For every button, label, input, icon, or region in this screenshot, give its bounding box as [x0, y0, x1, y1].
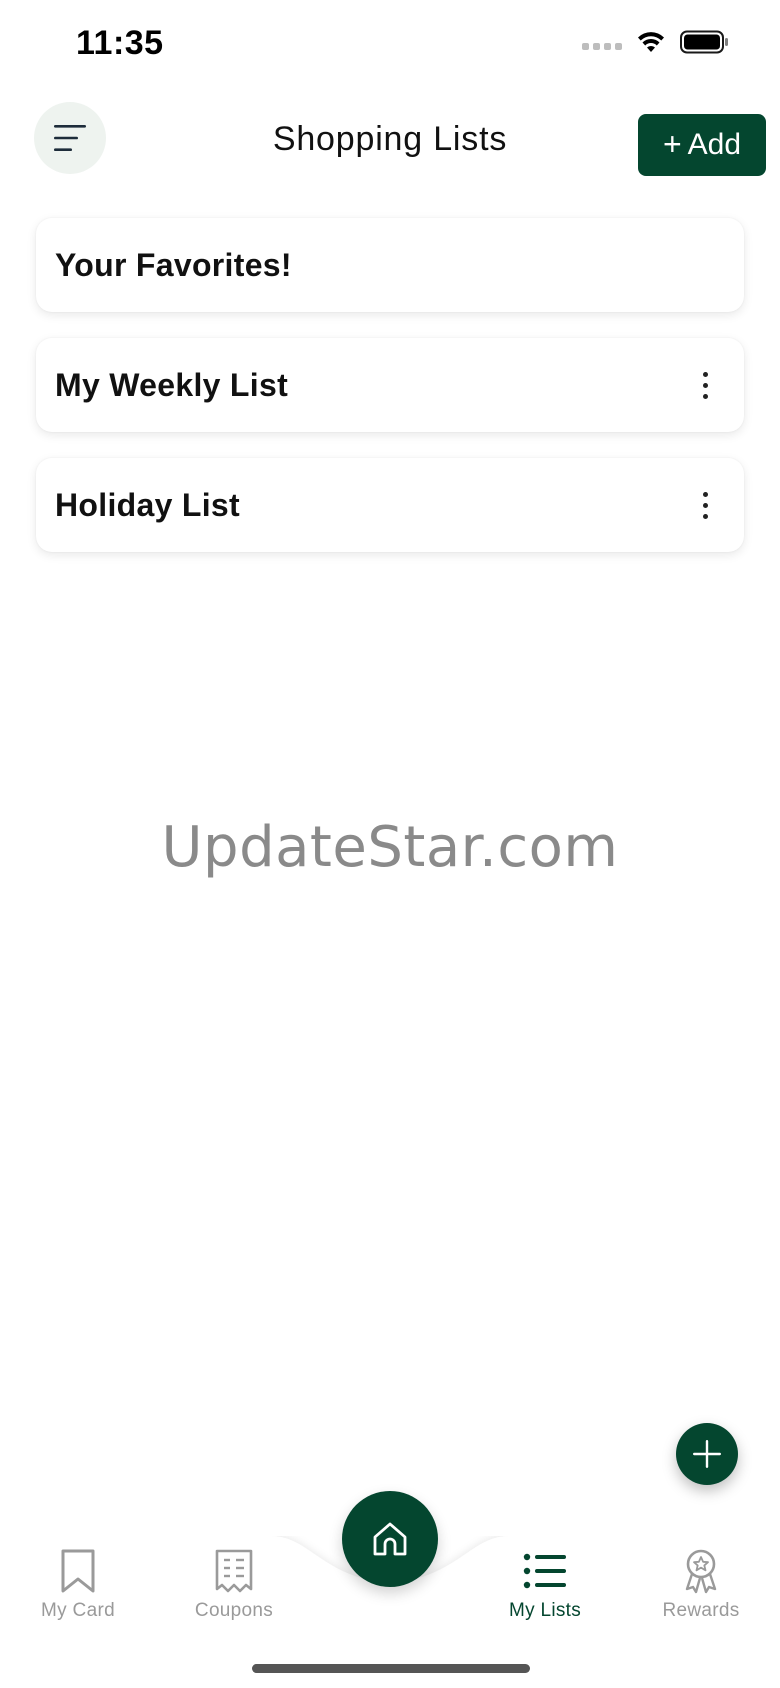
nav-item-my-card[interactable]: My Card — [13, 1548, 143, 1622]
floating-add-button[interactable] — [676, 1423, 738, 1485]
add-button-label: Add — [687, 128, 742, 161]
battery-icon — [680, 30, 730, 54]
home-icon — [373, 1522, 407, 1556]
cellular-signal-icon — [582, 42, 622, 50]
list-item-title: Your Favorites! — [55, 246, 292, 283]
status-time: 11:35 — [76, 24, 164, 62]
watermark-text: UpdateStar.com — [161, 815, 619, 880]
nav-item-rewards[interactable]: Rewards — [636, 1548, 766, 1622]
status-bar: 11:35 — [0, 0, 780, 90]
shopping-lists-screen: 11:35 Shopping Lists + Add Your Favorite… — [0, 0, 780, 1688]
home-button[interactable] — [342, 1491, 438, 1587]
nav-label: My Card — [41, 1600, 115, 1621]
add-list-button[interactable]: + Add — [638, 114, 766, 176]
list-item-weekly[interactable]: My Weekly List — [36, 338, 744, 432]
list-icon — [523, 1553, 566, 1589]
award-ribbon-icon — [685, 1549, 717, 1594]
nav-item-coupons[interactable]: Coupons — [169, 1548, 299, 1622]
list-item-holiday[interactable]: Holiday List — [36, 458, 744, 552]
more-options-icon[interactable] — [690, 485, 720, 525]
status-icons — [582, 30, 730, 54]
list-item-favorites[interactable]: Your Favorites! — [36, 218, 744, 312]
more-options-icon[interactable] — [690, 365, 720, 405]
list-item-title: Holiday List — [55, 486, 240, 523]
receipt-icon — [215, 1549, 253, 1593]
plus-icon: + — [662, 126, 682, 162]
home-indicator[interactable] — [252, 1664, 530, 1673]
plus-icon — [693, 1440, 721, 1468]
nav-label: My Lists — [508, 1600, 582, 1621]
nav-label: Rewards — [662, 1600, 740, 1621]
list-item-title: My Weekly List — [55, 366, 289, 403]
wifi-icon — [636, 30, 666, 54]
nav-item-my-lists[interactable]: My Lists — [480, 1548, 610, 1622]
nav-label: Coupons — [194, 1600, 274, 1621]
bookmark-icon — [61, 1549, 95, 1593]
